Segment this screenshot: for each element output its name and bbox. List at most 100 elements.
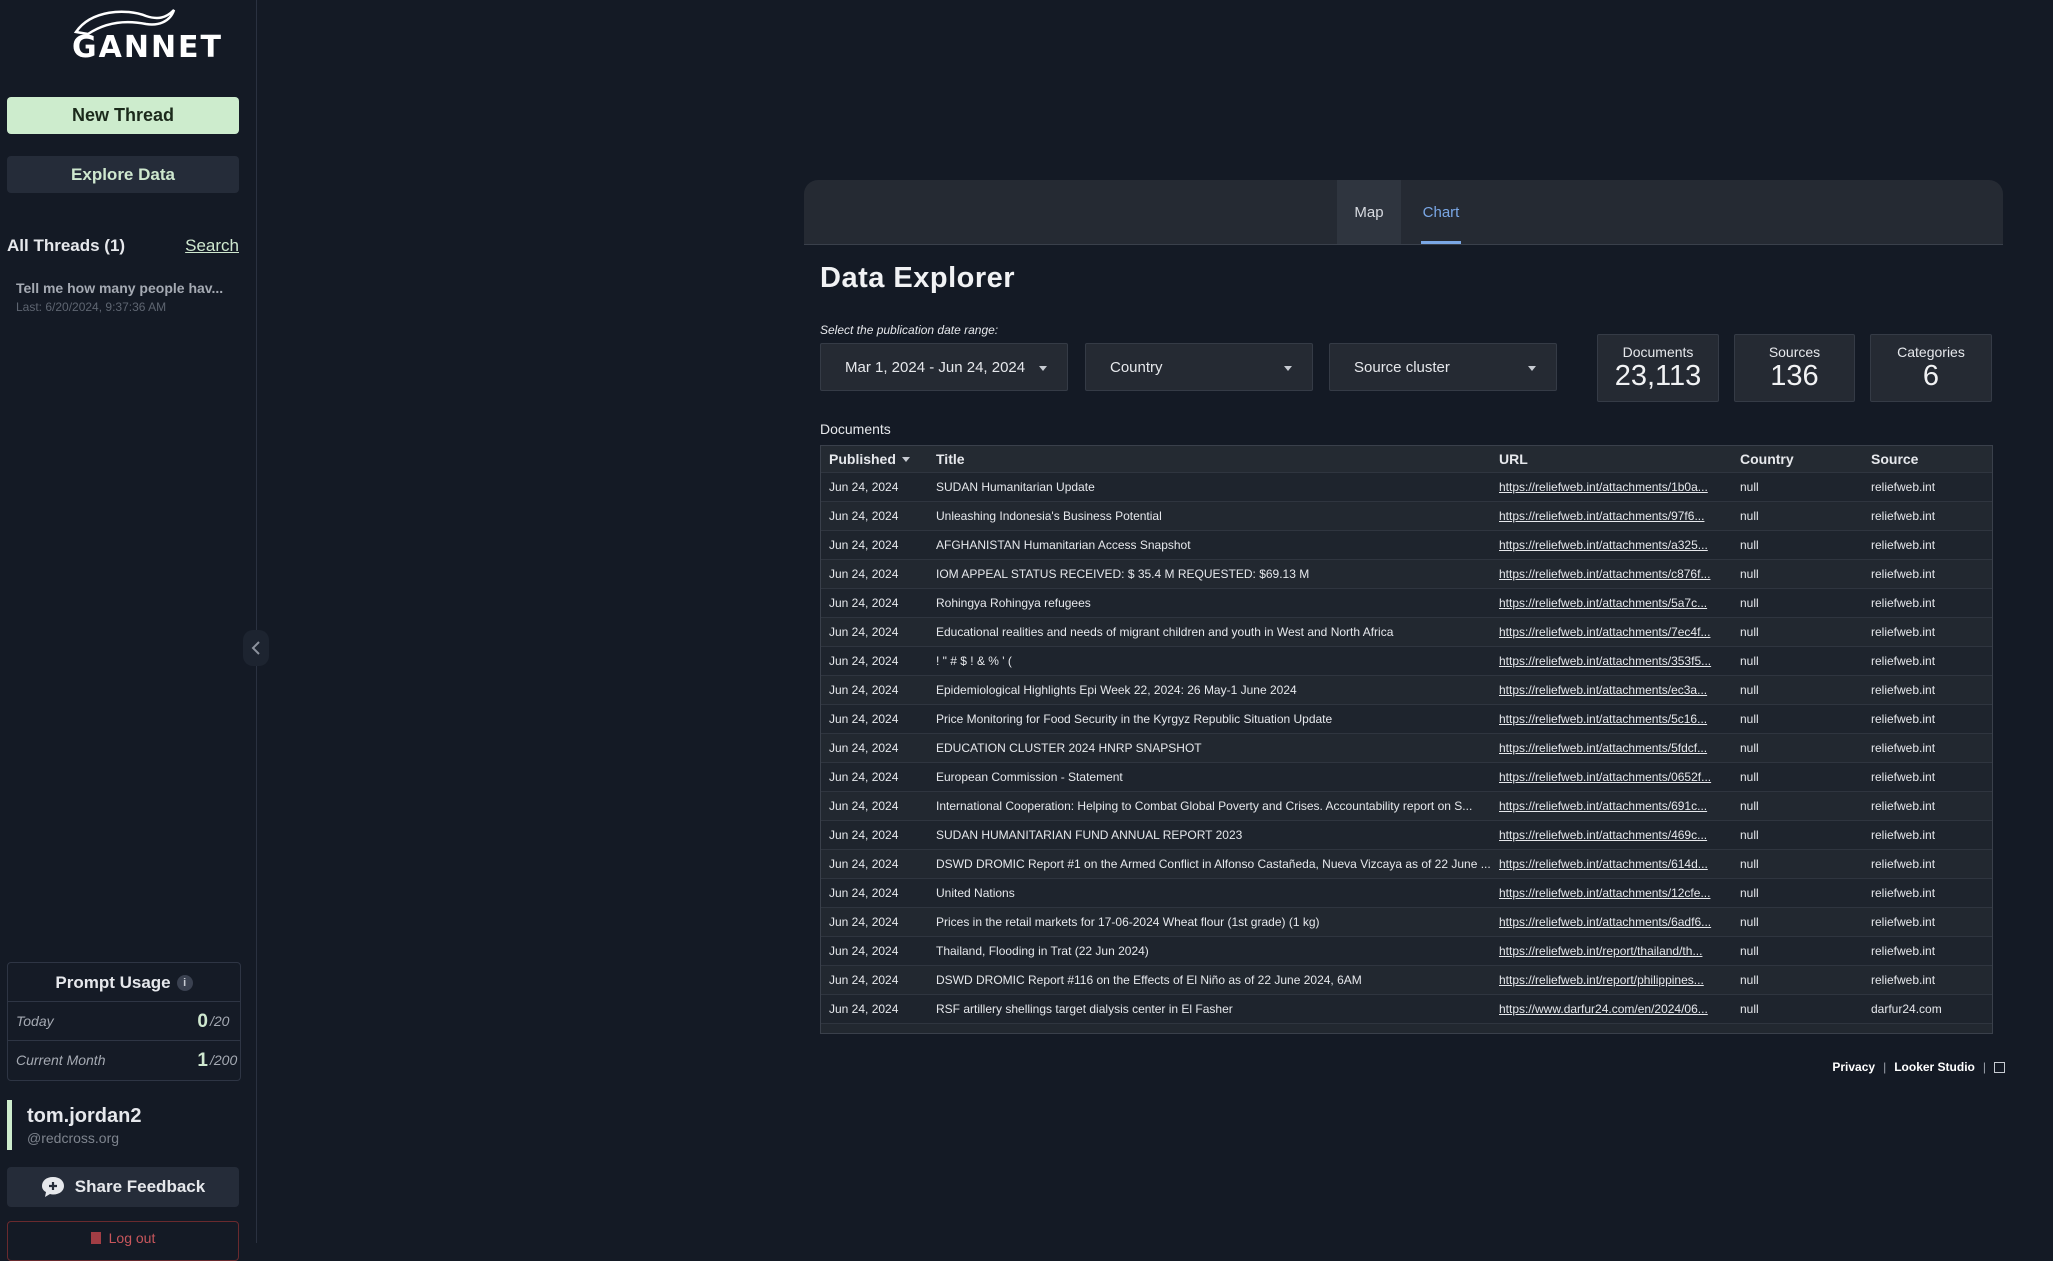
prompt-usage-title: Prompt Usage i bbox=[8, 973, 240, 993]
cell-url[interactable]: https://reliefweb.int/attachments/12cfe.… bbox=[1491, 878, 1732, 908]
usage-today-value: 0 bbox=[197, 1011, 208, 1032]
cell-url[interactable]: https://reliefweb.int/attachments/691c..… bbox=[1491, 791, 1732, 821]
thread-item[interactable]: Tell me how many people hav... Last: 6/2… bbox=[16, 280, 236, 314]
categories-stat-label: Categories bbox=[1897, 344, 1965, 360]
cell-url[interactable]: https://reliefweb.int/attachments/5a7c..… bbox=[1491, 588, 1732, 618]
usage-today-max: /20 bbox=[210, 1013, 230, 1029]
share-feedback-button[interactable]: Share Feedback bbox=[7, 1167, 239, 1207]
table-row[interactable]: Jun 24, 2024 Prices in the retail markets… bbox=[821, 907, 1992, 937]
fullscreen-icon[interactable] bbox=[1994, 1061, 2005, 1073]
cell-country: null bbox=[1732, 472, 1863, 502]
column-header-published[interactable]: Published bbox=[821, 446, 928, 473]
table-row[interactable]: Jun 24, 2024 Epidemiological Highlights E… bbox=[821, 675, 1992, 705]
collapse-sidebar-button[interactable] bbox=[243, 630, 269, 666]
table-row[interactable]: Jun 24, 2024 Price Monitoring for Food Se… bbox=[821, 704, 1992, 734]
cell-title: United Nations bbox=[928, 878, 1491, 908]
cell-country: null bbox=[1732, 646, 1863, 676]
cell-url[interactable]: https://reliefweb.int/report/thailand/th… bbox=[1491, 936, 1732, 966]
cell-published: Jun 24, 2024 bbox=[821, 907, 928, 937]
explore-data-button[interactable]: Explore Data bbox=[7, 156, 239, 193]
logo-text: GANNET bbox=[72, 30, 224, 65]
table-header-row: Published Title URL Country Source bbox=[821, 446, 1992, 473]
search-link[interactable]: Search bbox=[185, 236, 239, 256]
country-select[interactable]: Country bbox=[1085, 343, 1313, 391]
table-row[interactable]: Jun 24, 2024 SUDAN HUMANITARIAN FUND ANNU… bbox=[821, 820, 1992, 850]
usage-month-value: 1 bbox=[197, 1050, 208, 1071]
table-row[interactable]: Jun 24, 2024 bbox=[821, 1023, 1992, 1033]
table-row[interactable]: Jun 24, 2024 DSWD DROMIC Report #1 on the… bbox=[821, 849, 1992, 879]
table-row[interactable]: Jun 24, 2024 RSF artillery shellings targ… bbox=[821, 994, 1992, 1024]
cell-source: reliefweb.int bbox=[1863, 501, 1992, 531]
table-row[interactable]: Jun 24, 2024 Unleashing Indonesia's Busin… bbox=[821, 501, 1992, 531]
table-row[interactable]: Jun 24, 2024 IOM APPEAL STATUS RECEIVED: … bbox=[821, 559, 1992, 589]
column-header-title[interactable]: Title bbox=[928, 446, 1491, 473]
documents-table[interactable]: Published Title URL Country Source Jun 2… bbox=[820, 445, 1993, 1034]
cell-title: DSWD DROMIC Report #1 on the Armed Confl… bbox=[928, 849, 1491, 879]
info-icon[interactable]: i bbox=[176, 975, 193, 991]
cell-source: reliefweb.int bbox=[1863, 646, 1992, 676]
tab-chart[interactable]: Chart bbox=[1416, 180, 1466, 244]
categories-stat: Categories 6 bbox=[1870, 334, 1992, 402]
cell-url[interactable]: https://reliefweb.int/attachments/5fdcf.… bbox=[1491, 733, 1732, 763]
table-row[interactable]: Jun 24, 2024 Rohingya Rohingya refugees ht… bbox=[821, 588, 1992, 618]
cell-url[interactable]: https://reliefweb.int/attachments/614d..… bbox=[1491, 849, 1732, 879]
cell-published: Jun 24, 2024 bbox=[821, 501, 928, 531]
table-row[interactable]: Jun 24, 2024 Thailand, Flooding in Trat (… bbox=[821, 936, 1992, 966]
cell-url[interactable]: https://reliefweb.int/attachments/1b0a..… bbox=[1491, 472, 1732, 502]
table-row[interactable]: Jun 24, 2024 SUDAN Humanitarian Update htt… bbox=[821, 472, 1992, 502]
cell-published: Jun 24, 2024 bbox=[821, 936, 928, 966]
logout-button[interactable]: Log out bbox=[7, 1221, 239, 1261]
tab-bar: Map Chart bbox=[804, 180, 2003, 245]
sidebar: GANNET New Thread Explore Data All Threa… bbox=[0, 0, 257, 1261]
date-range-select[interactable]: Mar 1, 2024 - Jun 24, 2024 bbox=[820, 343, 1068, 391]
cell-source: reliefweb.int bbox=[1863, 820, 1992, 850]
privacy-link[interactable]: Privacy bbox=[1832, 1060, 1875, 1074]
footer-separator: | bbox=[1883, 1060, 1887, 1074]
table-row[interactable]: Jun 24, 2024 DSWD DROMIC Report #116 on t… bbox=[821, 965, 1992, 995]
table-row[interactable]: Jun 24, 2024 Educational realities and ne… bbox=[821, 617, 1992, 647]
cell-published: Jun 24, 2024 bbox=[821, 530, 928, 560]
cell-url[interactable]: https://reliefweb.int/attachments/7ec4f.… bbox=[1491, 617, 1732, 647]
cell-url[interactable]: https://reliefweb.int/attachments/97f6..… bbox=[1491, 501, 1732, 531]
table-row[interactable]: Jun 24, 2024 United Nations https://relief… bbox=[821, 878, 1992, 908]
table-row[interactable]: Jun 24, 2024! " # $ ! & % ' (https://rel… bbox=[821, 646, 1992, 676]
cell-title: AFGHANISTAN Humanitarian Access Snapshot bbox=[928, 530, 1491, 560]
cell-source: reliefweb.int bbox=[1863, 762, 1992, 792]
cell-url[interactable]: https://reliefweb.int/attachments/ec3a..… bbox=[1491, 675, 1732, 705]
tab-map[interactable]: Map bbox=[1337, 180, 1401, 244]
cell-url[interactable]: https://reliefweb.int/attachments/6adf6.… bbox=[1491, 907, 1732, 937]
cell-url[interactable]: https://reliefweb.int/attachments/5c16..… bbox=[1491, 704, 1732, 734]
cell-title: Price Monitoring for Food Security in th… bbox=[928, 704, 1491, 734]
cell-source: reliefweb.int bbox=[1863, 704, 1992, 734]
looker-studio-link[interactable]: Looker Studio bbox=[1894, 1060, 1975, 1074]
column-header-url[interactable]: URL bbox=[1491, 446, 1732, 473]
cell-url[interactable]: https://reliefweb.int/attachments/a325..… bbox=[1491, 530, 1732, 560]
cell-country: null bbox=[1732, 936, 1863, 966]
cell-url[interactable] bbox=[1491, 1023, 1732, 1033]
table-row[interactable]: Jun 24, 2024 International Cooperation: H… bbox=[821, 791, 1992, 821]
cell-country bbox=[1732, 1023, 1863, 1033]
gannet-logo: GANNET bbox=[66, 8, 221, 65]
source-cluster-select[interactable]: Source cluster bbox=[1329, 343, 1557, 391]
table-body: Jun 24, 2024 SUDAN Humanitarian Update htt… bbox=[821, 472, 1992, 1033]
cell-url[interactable]: https://reliefweb.int/attachments/0652f.… bbox=[1491, 762, 1732, 792]
table-row[interactable]: Jun 24, 2024 AFGHANISTAN Humanitarian Acc… bbox=[821, 530, 1992, 560]
cell-published: Jun 24, 2024 bbox=[821, 965, 928, 995]
table-row[interactable]: Jun 24, 2024 European Commission - Statem… bbox=[821, 762, 1992, 792]
column-header-country[interactable]: Country bbox=[1732, 446, 1863, 473]
cell-published: Jun 24, 2024 bbox=[821, 704, 928, 734]
cell-url[interactable]: https://www.darfur24.com/en/2024/06... bbox=[1491, 994, 1732, 1024]
column-header-source[interactable]: Source bbox=[1863, 446, 1992, 473]
cell-country: null bbox=[1732, 501, 1863, 531]
cell-url[interactable]: https://reliefweb.int/attachments/469c..… bbox=[1491, 820, 1732, 850]
new-thread-button[interactable]: New Thread bbox=[7, 97, 239, 134]
cell-url[interactable]: https://reliefweb.int/attachments/c876f.… bbox=[1491, 559, 1732, 589]
table-row[interactable]: Jun 24, 2024 EDUCATION CLUSTER 2024 HNRP … bbox=[821, 733, 1992, 763]
cell-published: Jun 24, 2024 bbox=[821, 617, 928, 647]
caret-down-icon bbox=[1039, 366, 1047, 371]
cell-published: Jun 24, 2024 bbox=[821, 1023, 928, 1033]
cell-url[interactable]: https://reliefweb.int/report/philippines… bbox=[1491, 965, 1732, 995]
cell-source: reliefweb.int bbox=[1863, 907, 1992, 937]
cell-url[interactable]: https://reliefweb.int/attachments/353f5.… bbox=[1491, 646, 1732, 676]
report-footer: Privacy | Looker Studio | bbox=[1832, 1060, 2005, 1074]
